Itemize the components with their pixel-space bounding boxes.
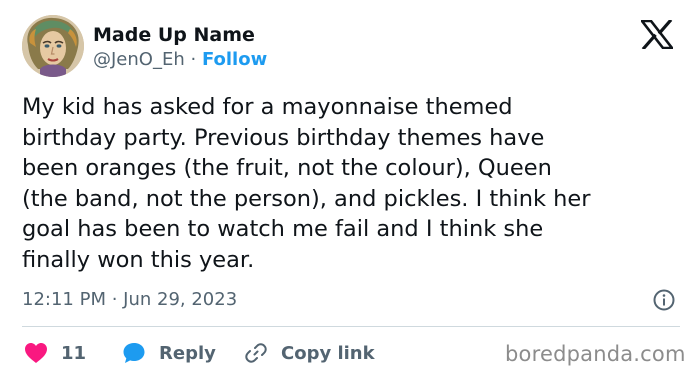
author-meta-row: @JenO_Eh · Follow xyxy=(93,49,267,70)
tweet-line: goal has been to watch me fail and I thi… xyxy=(22,216,544,242)
copy-link-label: Copy link xyxy=(281,342,375,364)
tweet-timestamp[interactable]: 12:11 PM · Jun 29, 2023 xyxy=(22,289,237,310)
reply-button[interactable]: Reply xyxy=(122,339,216,367)
tweet-card: Made Up Name @JenO_Eh · Follow My kid ha… xyxy=(0,0,700,379)
tweet-line: finally won this year. xyxy=(22,246,255,273)
author-name[interactable]: Made Up Name xyxy=(93,24,255,46)
tweet-line: My kid has asked for a mayonnaise themed xyxy=(22,94,513,120)
watermark: boredpanda.com xyxy=(505,342,686,366)
speech-bubble-icon xyxy=(123,343,145,363)
like-count: 11 xyxy=(61,342,87,364)
follow-button[interactable]: Follow xyxy=(202,49,267,70)
avatar[interactable] xyxy=(22,15,84,77)
author-handle[interactable]: @JenO_Eh xyxy=(93,49,185,70)
like-button[interactable]: 11 xyxy=(24,339,86,367)
tweet-text: My kid has asked for a mayonnaise themed… xyxy=(22,92,682,275)
reply-label: Reply xyxy=(159,342,216,364)
tweet-line: been oranges (the fruit, not the colour)… xyxy=(22,155,552,181)
link-icon xyxy=(245,343,267,363)
avatar-portrait xyxy=(22,15,84,77)
tweet-line: (the band, not the person), and pickles.… xyxy=(22,185,591,212)
meta-separator: · xyxy=(190,49,197,70)
copy-link-button[interactable]: Copy link xyxy=(244,339,375,367)
info-icon[interactable] xyxy=(652,288,676,312)
divider xyxy=(22,326,680,327)
tweet-line: birthday party. Previous birthday themes… xyxy=(22,124,545,151)
heart-icon xyxy=(25,343,47,363)
x-logo-icon[interactable] xyxy=(641,20,673,49)
